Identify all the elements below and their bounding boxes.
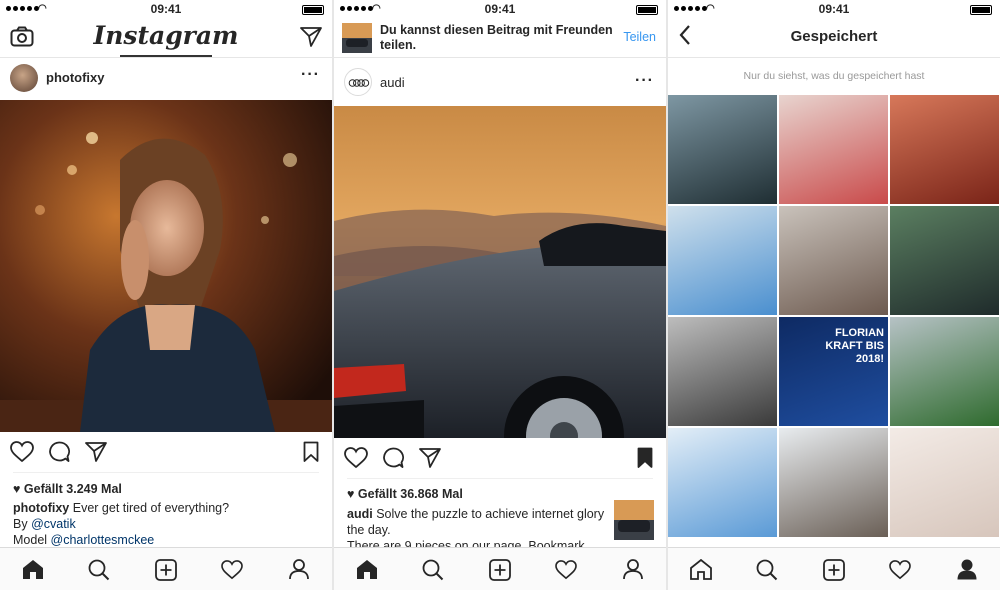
status-time: 09:41 xyxy=(818,2,850,16)
saved-tile-dog[interactable] xyxy=(668,428,777,537)
battery-icon xyxy=(970,5,992,15)
add-post-icon[interactable] xyxy=(823,559,845,581)
status-bar: ◠ 09:41 xyxy=(668,0,1000,18)
caption-username[interactable]: photofixy xyxy=(13,501,69,515)
battery-icon xyxy=(636,5,658,15)
top-bar: Instagram xyxy=(0,18,332,58)
share-button[interactable]: Teilen xyxy=(623,30,656,44)
banner-thumbnail xyxy=(342,23,372,53)
post-header: photofixy ··· xyxy=(0,58,332,100)
search-icon[interactable] xyxy=(88,559,110,581)
post-screen: ◠ 09:41 Du kannst diesen Beitrag mit Fre… xyxy=(334,0,666,590)
bookmark-icon[interactable] xyxy=(303,441,319,463)
caption-text: Solve the puzzle to achieve internet glo… xyxy=(347,507,605,537)
banner-message: Du kannst diesen Beitrag mit Freunden te… xyxy=(380,23,613,52)
tab-bar xyxy=(334,547,666,590)
status-time: 09:41 xyxy=(150,2,182,16)
page-title: Gespeichert xyxy=(790,28,878,45)
more-options-icon[interactable]: ··· xyxy=(635,72,654,90)
post-actions xyxy=(0,436,332,472)
like-heart-icon[interactable] xyxy=(10,441,34,463)
saved-tile-building[interactable] xyxy=(668,317,777,426)
saved-tile-field[interactable] xyxy=(890,317,999,426)
saved-tile-food[interactable] xyxy=(890,95,999,204)
logo-underline xyxy=(120,55,212,57)
saved-tile-street[interactable] xyxy=(779,206,888,315)
search-icon[interactable] xyxy=(422,559,444,581)
saved-tile-florian-kraft-bis-2018[interactable]: FLORIAN KRAFT BIS 2018! xyxy=(779,317,888,426)
saved-tile-reebok[interactable] xyxy=(779,95,888,204)
status-bar: ◠ 09:41 xyxy=(334,0,666,18)
add-post-icon[interactable] xyxy=(155,559,177,581)
privacy-note: Nur du siehst, was du gespeichert hast xyxy=(743,70,925,82)
post-username[interactable]: audi xyxy=(380,75,405,90)
saved-screen: ◠ 09:41 Gespeichert Nur du siehst, was d… xyxy=(668,0,1000,590)
caption-model-prefix: Model xyxy=(13,533,51,547)
activity-heart-icon[interactable] xyxy=(221,560,243,580)
saved-tile-snow[interactable] xyxy=(779,428,888,537)
home-icon[interactable] xyxy=(22,559,44,580)
comment-icon[interactable] xyxy=(382,447,404,469)
avatar[interactable] xyxy=(10,64,38,92)
saved-tile-rings[interactable] xyxy=(890,428,999,537)
saved-tile-palm[interactable] xyxy=(668,206,777,315)
likes-count: ♥ Gefällt 3.249 Mal xyxy=(13,482,122,496)
caption-username[interactable]: audi xyxy=(347,507,373,521)
like-heart-icon[interactable] xyxy=(344,447,368,469)
caption-model-handle[interactable]: @charlottesmckee xyxy=(51,533,155,547)
tile-overlay-text: FLORIAN KRAFT BIS 2018! xyxy=(825,327,884,365)
divider xyxy=(13,472,319,473)
share-icon[interactable] xyxy=(85,442,107,462)
saved-tile-car[interactable] xyxy=(668,95,777,204)
likes-count: ♥ Gefällt 36.868 Mal xyxy=(347,487,463,501)
tab-bar xyxy=(668,547,1000,590)
status-bar: ◠ 09:41 xyxy=(0,0,332,18)
caption-by-prefix: By xyxy=(13,517,32,531)
post-caption: photofixy Ever get tired of everything? … xyxy=(13,500,322,548)
post-photo[interactable] xyxy=(0,100,332,432)
activity-heart-icon[interactable] xyxy=(889,560,911,580)
instagram-logo: Instagram xyxy=(93,21,239,50)
search-icon[interactable] xyxy=(756,559,778,581)
caption-by-handle[interactable]: @cvatik xyxy=(31,517,76,531)
add-post-icon[interactable] xyxy=(489,559,511,581)
avatar[interactable] xyxy=(344,68,372,96)
profile-icon[interactable] xyxy=(288,558,310,580)
caption-text: Ever get tired of everything? xyxy=(72,501,230,515)
divider xyxy=(347,478,653,479)
post-actions xyxy=(334,442,666,478)
battery-icon xyxy=(302,5,324,15)
share-icon[interactable] xyxy=(419,448,441,468)
saved-thumbnail[interactable] xyxy=(614,500,654,540)
profile-filled-icon[interactable] xyxy=(956,558,978,580)
bookmark-filled-icon[interactable] xyxy=(637,447,653,469)
post-photo[interactable] xyxy=(334,106,666,438)
top-bar: Gespeichert xyxy=(668,18,1000,58)
profile-icon[interactable] xyxy=(622,558,644,580)
post-header: audi ··· xyxy=(334,60,666,106)
home-icon[interactable] xyxy=(356,559,378,580)
more-options-icon[interactable]: ··· xyxy=(301,66,320,84)
post-username[interactable]: photofixy xyxy=(46,70,105,85)
comment-icon[interactable] xyxy=(48,441,70,463)
direct-message-icon[interactable] xyxy=(300,27,322,47)
status-time: 09:41 xyxy=(484,2,516,16)
share-banner: Du kannst diesen Beitrag mit Freunden te… xyxy=(334,18,666,58)
audi-rings-icon xyxy=(348,79,370,87)
tab-bar xyxy=(0,547,332,590)
saved-tile-crowd[interactable] xyxy=(890,206,999,315)
activity-heart-icon[interactable] xyxy=(555,560,577,580)
feed-screen: ◠ 09:41 Instagram photofixy ··· ♥ Gefäll… xyxy=(0,0,332,590)
home-icon[interactable] xyxy=(690,559,712,580)
